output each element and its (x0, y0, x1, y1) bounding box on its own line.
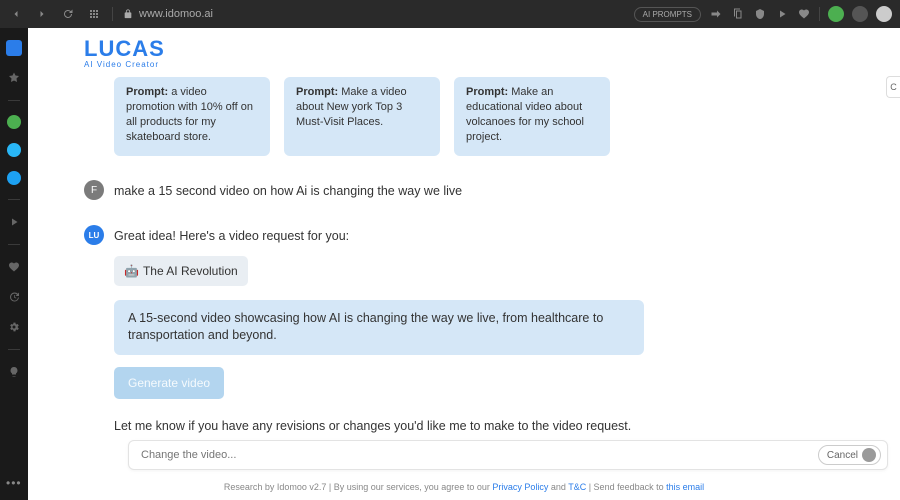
refresh-button[interactable] (60, 6, 76, 22)
prompt-card[interactable]: Prompt: Make a video about New york Top … (284, 77, 440, 156)
prompt-card[interactable]: Prompt: Make an educational video about … (454, 77, 610, 156)
main-content: LUCAS AI Video Creator C Prompt: a video… (28, 28, 900, 500)
apps-icon[interactable] (86, 6, 102, 22)
user-avatar: F (84, 180, 104, 200)
rail-dot-twitter[interactable] (7, 171, 21, 185)
shield-icon[interactable] (753, 7, 767, 21)
bookmark-icon[interactable] (797, 7, 811, 21)
chat-input-bar: Cancel (128, 440, 888, 470)
lock-icon (123, 9, 133, 19)
chat-input[interactable] (141, 449, 818, 461)
user-message-text: make a 15 second video on how Ai is chan… (114, 180, 462, 201)
browser-top-bar: www.idomoo.ai AI PROMPTS (0, 0, 900, 28)
logo-title: LUCAS (84, 36, 900, 62)
logo-subtitle: AI Video Creator (84, 60, 900, 69)
user-message: F make a 15 second video on how Ai is ch… (84, 180, 860, 201)
bot-avatar: LU (84, 225, 104, 245)
video-title-chip[interactable]: 🤖 The AI Revolution (114, 256, 248, 286)
bot-intro-text: Great idea! Here's a video request for y… (114, 227, 644, 246)
left-rail: ••• (0, 28, 28, 500)
cancel-label: Cancel (827, 450, 858, 461)
url-text: www.idomoo.ai (139, 8, 213, 20)
rail-settings-icon[interactable] (6, 319, 22, 335)
rail-dot-green[interactable] (7, 115, 21, 129)
rail-bulb-icon[interactable] (6, 364, 22, 380)
rail-dot-lightblue[interactable] (7, 143, 21, 157)
video-description-box: A 15-second video showcasing how AI is c… (114, 300, 644, 355)
generate-video-button[interactable]: Generate video (114, 367, 224, 399)
copy-icon[interactable] (731, 7, 745, 21)
rail-play-icon[interactable] (6, 214, 22, 230)
tnc-link[interactable]: T&C (568, 482, 586, 492)
bot-followup-text: Let me know if you have any revisions or… (114, 417, 644, 436)
prompt-cards-row: Prompt: a video promotion with 10% off o… (28, 73, 900, 170)
robot-icon: 🤖 (124, 262, 139, 280)
right-edge-toggle[interactable]: C (886, 76, 900, 98)
rail-heart-icon[interactable] (6, 259, 22, 275)
logo: LUCAS AI Video Creator (28, 28, 900, 73)
chip-text: The AI Revolution (143, 262, 238, 280)
address-bar[interactable]: www.idomoo.ai (123, 8, 624, 20)
privacy-link[interactable]: Privacy Policy (492, 482, 548, 492)
share-icon[interactable] (709, 7, 723, 21)
forward-button[interactable] (34, 6, 50, 22)
cancel-x-icon (862, 448, 876, 462)
rail-history-icon[interactable] (6, 289, 22, 305)
back-button[interactable] (8, 6, 24, 22)
rail-more-icon[interactable]: ••• (6, 476, 22, 490)
feedback-link[interactable]: this email (666, 482, 704, 492)
rail-home-icon[interactable] (6, 40, 22, 56)
extension-dot-1[interactable] (828, 6, 844, 22)
profile-avatar[interactable] (876, 6, 892, 22)
ai-prompts-button[interactable]: AI PROMPTS (634, 7, 701, 22)
bot-message: LU Great idea! Here's a video request fo… (84, 225, 860, 436)
cancel-button[interactable]: Cancel (818, 445, 881, 465)
rail-star-icon[interactable] (6, 70, 22, 86)
play-icon[interactable] (775, 7, 789, 21)
prompt-card[interactable]: Prompt: a video promotion with 10% off o… (114, 77, 270, 156)
extension-dot-2[interactable] (852, 6, 868, 22)
footer: Research by Idomoo v2.7 | By using our s… (28, 482, 900, 492)
